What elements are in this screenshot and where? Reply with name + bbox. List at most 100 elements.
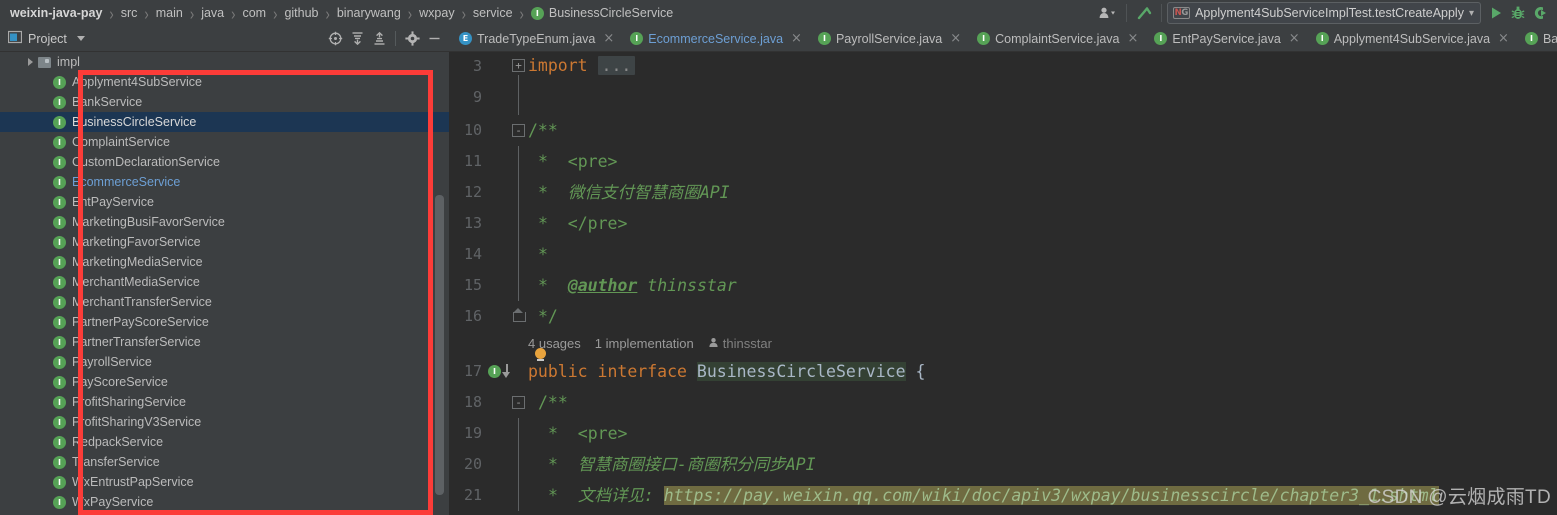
tree-node-marketingmediaservice[interactable]: I MarketingMediaService [0,252,450,272]
tree-node-profitsharingv3service[interactable]: I ProfitSharingV3Service [0,412,450,432]
editor-tab-entpayservice[interactable]: I EntPayService.java × [1145,26,1307,52]
code-line[interactable]: 16 */ [450,301,1557,332]
code-token-brace: { [905,362,926,381]
tree-node-label: TransferService [72,455,160,469]
code-line[interactable]: 3 + import ... [450,52,1557,80]
editor-tab-tradetypeenum[interactable]: E TradeTypeEnum.java × [450,26,622,52]
breadcrumb-item-wxpay[interactable]: wxpay [417,0,456,26]
code-editor[interactable]: 3 + import ... 9 10 - /** 11 * <pre> 12 … [450,52,1557,515]
breadcrumb-item-java[interactable]: java [199,0,226,26]
fold-region-line [518,449,519,480]
tree-node-complaintservice[interactable]: I ComplaintService [0,132,450,152]
breadcrumb: weixin-java-pay › src › main › java › co… [0,0,675,26]
close-icon[interactable]: × [1128,32,1139,45]
code-token-keyword: interface [597,362,687,381]
run-configuration-selector[interactable]: NG Applyment4SubServiceImplTest.testCrea… [1166,2,1481,24]
collapse-all-icon[interactable] [369,29,389,49]
line-number: 11 [463,152,482,170]
run-icon[interactable] [1485,2,1507,24]
editor-tab-bankservice[interactable]: I BankService.java × [1515,26,1557,52]
line-number: 14 [463,245,482,263]
tree-node-profitsharingservice[interactable]: I ProfitSharingService [0,392,450,412]
editor-tab-payrollservice[interactable]: I PayrollService.java × [808,26,969,52]
debug-icon[interactable] [1507,2,1529,24]
expand-all-icon[interactable] [347,29,367,49]
implementations-hint[interactable]: 1 implementation [595,332,694,356]
breadcrumb-item-service[interactable]: service [471,0,515,26]
code-line[interactable]: 9 [450,75,1557,115]
tree-node-customdeclarationservice[interactable]: I CustomDeclarationService [0,152,450,172]
chevron-right-icon[interactable] [28,58,33,66]
tree-node-businesscircleservice[interactable]: I BusinessCircleService [0,112,450,132]
breadcrumb-item-project[interactable]: weixin-java-pay [8,0,104,26]
tree-node-bankservice[interactable]: I BankService [0,92,450,112]
tree-node-redpackservice[interactable]: I RedpackService [0,432,450,452]
tree-scrollbar-thumb[interactable] [435,195,444,495]
fold-collapse-icon[interactable]: - [512,396,525,409]
tree-node-wxentrustpapservice[interactable]: I WxEntrustPapService [0,472,450,492]
breadcrumb-item-com[interactable]: com [240,0,268,26]
tree-node-marketingbusifavorservice[interactable]: I MarketingBusiFavorService [0,212,450,232]
settings-gear-icon[interactable] [402,29,422,49]
editor-tab-complaintservice[interactable]: I ComplaintService.java × [968,26,1146,52]
fold-expand-icon[interactable]: + [512,59,525,72]
interface-implemented-gutter-icon[interactable]: I [488,356,511,387]
tree-node-merchantmediaservice[interactable]: I MerchantMediaService [0,272,450,292]
fold-region-line [518,418,519,449]
tree-node-marketingfavorservice[interactable]: I MarketingFavorService [0,232,450,252]
code-line[interactable]: 18 - /** [450,387,1557,418]
select-opened-file-icon[interactable] [325,29,345,49]
close-icon[interactable]: × [1498,32,1509,45]
tree-node-entpayservice[interactable]: I EntPayService [0,192,450,212]
close-icon[interactable]: × [950,32,961,45]
tree-node-partnerpayscoreservice[interactable]: I PartnerPayScoreService [0,312,450,332]
code-line[interactable]: 15 * @author thinsstar [450,270,1557,301]
fold-region-end-icon[interactable] [513,308,526,322]
breadcrumb-item-src[interactable]: src [119,0,140,26]
toolbar-divider [1125,4,1127,22]
interface-icon: I [53,475,66,489]
code-token-url[interactable]: https://pay.weixin.qq.com/wiki/doc/apiv3… [663,486,1439,505]
close-icon[interactable]: × [603,32,614,45]
collapsed-imports[interactable]: ... [597,56,636,75]
run-with-coverage-icon[interactable] [1529,2,1551,24]
tree-node-transferservice[interactable]: I TransferService [0,452,450,472]
tree-node-partnertransferservice[interactable]: I PartnerTransferService [0,332,450,352]
tree-node-merchanttransferservice[interactable]: I MerchantTransferService [0,292,450,312]
code-token-comment: * [538,183,568,202]
line-number: 18 [463,393,482,411]
breadcrumb-item-binarywang[interactable]: binarywang [335,0,403,26]
close-icon[interactable]: × [791,32,802,45]
tree-node-label: impl [57,55,80,69]
hide-panel-icon[interactable] [424,29,444,49]
tree-node-ecommerceservice[interactable]: I EcommerceService [0,172,450,192]
breadcrumb-label: java [201,6,225,20]
code-line[interactable]: 14 * [450,239,1557,270]
code-line[interactable]: 10 - /** [450,115,1557,146]
line-number: 16 [463,307,482,325]
code-line[interactable]: 19 * <pre> [450,418,1557,449]
code-line[interactable]: 12 * 微信支付智慧商圈API [450,177,1557,208]
code-line[interactable]: 17 I public interface BusinessCircleServ… [450,356,1557,387]
breadcrumb-item-businesscircleservice[interactable]: I BusinessCircleService [529,0,675,26]
fold-collapse-icon[interactable]: - [512,124,525,137]
user-chevron-icon[interactable] [1095,2,1121,24]
tree-node-payrollservice[interactable]: I PayrollService [0,352,450,372]
editor-tab-applyment4subservice[interactable]: I Applyment4SubService.java × [1306,26,1516,52]
tree-node-impl[interactable]: impl [0,52,450,72]
editor-tab-ecommerceservice[interactable]: I EcommerceService.java × [621,26,809,52]
chevron-down-icon[interactable] [76,36,85,41]
breadcrumb-item-github[interactable]: github [282,0,320,26]
breadcrumb-item-main[interactable]: main [154,0,185,26]
author-hint[interactable]: thinsstar [708,332,772,356]
tree-node-wxpayservice[interactable]: I WxPayService [0,492,450,512]
close-icon[interactable]: × [1289,32,1300,45]
code-line[interactable]: 13 * </pre> [450,208,1557,239]
project-panel-header: Project [0,26,450,52]
code-line[interactable]: 11 * <pre> [450,146,1557,177]
project-tree[interactable]: impl I Applyment4SubService I BankServic… [0,52,450,515]
tree-node-payscoreservice[interactable]: I PayScoreService [0,372,450,392]
code-line[interactable]: 20 * 智慧商圈接口-商圈积分同步API [450,449,1557,480]
hammer-icon[interactable] [1132,2,1156,24]
tree-node-applyment4subservice[interactable]: I Applyment4SubService [0,72,450,92]
